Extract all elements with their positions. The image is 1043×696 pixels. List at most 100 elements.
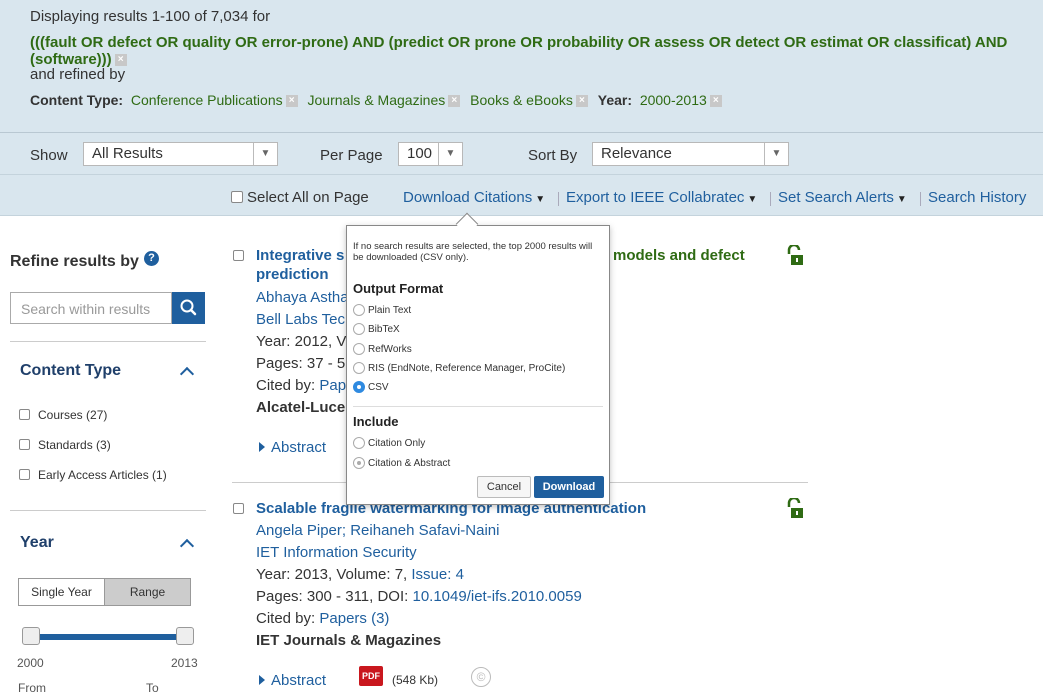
format-option[interactable]: BibTeX xyxy=(353,323,400,335)
help-icon[interactable]: ? xyxy=(144,251,159,266)
from-label: From xyxy=(18,681,46,695)
include-option[interactable]: Citation & Abstract xyxy=(353,457,450,469)
cited-link[interactable]: Pap xyxy=(319,377,346,394)
filter-journals: Journals & Magazines xyxy=(307,92,446,108)
cancel-button[interactable]: Cancel xyxy=(477,476,531,498)
year-min-label: 2000 xyxy=(17,656,44,670)
remove-filter-icon[interactable]: × xyxy=(285,95,298,108)
download-citations-button[interactable]: Download Citations ▼ xyxy=(403,189,545,206)
result-cited-by: Cited by: Papers (3) xyxy=(256,610,389,627)
radio-disabled-icon xyxy=(353,457,365,469)
chevron-down-icon: ▼ xyxy=(253,143,277,165)
download-citations-label: Download Citations xyxy=(403,189,533,206)
refine-title: Refine results by xyxy=(10,253,139,270)
result-authors[interactable]: Angela Piper; Reihaneh Safavi-Naini xyxy=(256,522,499,539)
result-title-line2[interactable]: prediction xyxy=(256,266,329,283)
radio-icon xyxy=(353,343,365,355)
radio-icon xyxy=(353,437,365,449)
search-button[interactable] xyxy=(172,292,205,324)
sort-select[interactable]: Relevance ▼ xyxy=(592,142,789,166)
divider xyxy=(558,192,559,206)
single-year-tab[interactable]: Single Year xyxy=(19,579,104,605)
query-text: (((fault OR defect OR quality OR error-p… xyxy=(30,34,1008,68)
content-type-option[interactable]: Standards (3) xyxy=(19,438,111,452)
include-label: Citation Only xyxy=(368,438,426,449)
search-history-link[interactable]: Search History xyxy=(928,189,1026,206)
result-year-line: Year: 2012, V xyxy=(256,333,347,350)
cited-link[interactable]: Papers (3) xyxy=(319,610,389,627)
result-checkbox[interactable] xyxy=(233,250,244,261)
cited-label: Cited by: xyxy=(256,610,320,627)
open-access-lock-icon xyxy=(787,498,803,518)
result-title-continued[interactable]: models and defect xyxy=(613,247,745,264)
collapse-year-icon[interactable] xyxy=(179,538,195,554)
query-string: (((fault OR defect OR quality OR error-p… xyxy=(30,34,1020,68)
triangle-right-icon xyxy=(259,442,265,452)
remove-filter-icon[interactable]: × xyxy=(709,95,722,108)
select-all-checkbox[interactable]: Select All on Page xyxy=(231,189,369,206)
pdf-icon[interactable]: PDF xyxy=(359,666,383,686)
show-value: All Results xyxy=(92,145,163,162)
chevron-down-icon: ▼ xyxy=(764,143,788,165)
output-format-heading: Output Format xyxy=(353,281,444,296)
download-button[interactable]: Download xyxy=(534,476,604,498)
format-label: RIS (EndNote, Reference Manager, ProCite… xyxy=(368,363,566,374)
remove-filter-icon[interactable]: × xyxy=(448,95,461,108)
result-publication[interactable]: IET Information Security xyxy=(256,544,417,561)
format-option[interactable]: RefWorks xyxy=(353,343,412,355)
download-note: If no search results are selected, the t… xyxy=(353,241,593,263)
format-label: RefWorks xyxy=(368,344,412,355)
open-access-lock-icon xyxy=(787,245,803,265)
abstract-toggle[interactable]: Abstract xyxy=(259,672,326,689)
abstract-toggle[interactable]: Abstract xyxy=(259,439,326,456)
year-slider-track[interactable] xyxy=(30,634,185,640)
caret-down-icon: ▼ xyxy=(535,194,546,205)
chevron-down-icon: ▼ xyxy=(438,143,462,165)
search-alerts-button[interactable]: Set Search Alerts ▼ xyxy=(778,189,907,206)
result-authors[interactable]: Abhaya Astha xyxy=(256,289,349,306)
checkbox-icon xyxy=(19,469,30,480)
export-label: Export to IEEE Collabratec xyxy=(566,189,745,206)
format-option-selected[interactable]: CSV xyxy=(353,381,389,393)
radio-selected-icon xyxy=(353,381,365,393)
per-page-select[interactable]: 100 ▼ xyxy=(398,142,463,166)
include-heading: Include xyxy=(353,414,399,429)
divider xyxy=(920,192,921,206)
results-count: Displaying results 1-100 of 7,034 for xyxy=(30,8,271,25)
result-title[interactable]: Integrative s xyxy=(256,247,344,264)
abstract-label: Abstract xyxy=(271,439,327,456)
option-label: Courses (27) xyxy=(38,408,108,422)
option-label: Early Access Articles (1) xyxy=(38,468,167,482)
per-page-value: 100 xyxy=(407,145,433,162)
result-pages-line: Pages: 37 - 5 xyxy=(256,355,346,372)
result-publication[interactable]: Bell Labs Tec xyxy=(256,311,345,328)
doi-link[interactable]: 10.1049/iet-ifs.2010.0059 xyxy=(412,588,581,605)
show-select[interactable]: All Results ▼ xyxy=(83,142,278,166)
format-option[interactable]: RIS (EndNote, Reference Manager, ProCite… xyxy=(353,362,565,374)
year-mode-toggle: Single Year Range xyxy=(18,578,191,606)
content-type-option[interactable]: Early Access Articles (1) xyxy=(19,468,167,482)
collapse-content-type-icon[interactable] xyxy=(179,366,195,382)
format-option[interactable]: Plain Text xyxy=(353,304,411,316)
result-checkbox[interactable] xyxy=(233,503,244,514)
slider-max-handle[interactable] xyxy=(176,627,194,645)
year-text: Year: 2013, Volume: 7, xyxy=(256,566,412,583)
range-tab[interactable]: Range xyxy=(104,579,190,605)
issue-link[interactable]: Issue: 4 xyxy=(411,566,464,583)
slider-min-handle[interactable] xyxy=(22,627,40,645)
content-type-option[interactable]: Courses (27) xyxy=(19,408,107,422)
result-pages-line: Pages: 300 - 311, DOI: 10.1049/iet-ifs.2… xyxy=(256,588,582,605)
remove-filter-icon[interactable]: × xyxy=(575,95,588,108)
per-page-label: Per Page xyxy=(320,147,383,164)
result-publisher: IET Journals & Magazines xyxy=(256,632,442,649)
search-icon xyxy=(180,299,197,316)
copyright-icon[interactable]: © xyxy=(471,667,491,687)
search-within-input[interactable]: Search within results xyxy=(10,292,172,324)
remove-query-icon[interactable]: × xyxy=(114,54,127,67)
result-publisher: Alcatel-Luce xyxy=(256,399,346,416)
include-option[interactable]: Citation Only xyxy=(353,437,425,449)
include-label: Citation & Abstract xyxy=(368,458,451,469)
export-collabratec-button[interactable]: Export to IEEE Collabratec ▼ xyxy=(566,189,757,206)
option-label: Standards (3) xyxy=(38,438,111,452)
content-type-label: Content Type: xyxy=(30,92,124,108)
